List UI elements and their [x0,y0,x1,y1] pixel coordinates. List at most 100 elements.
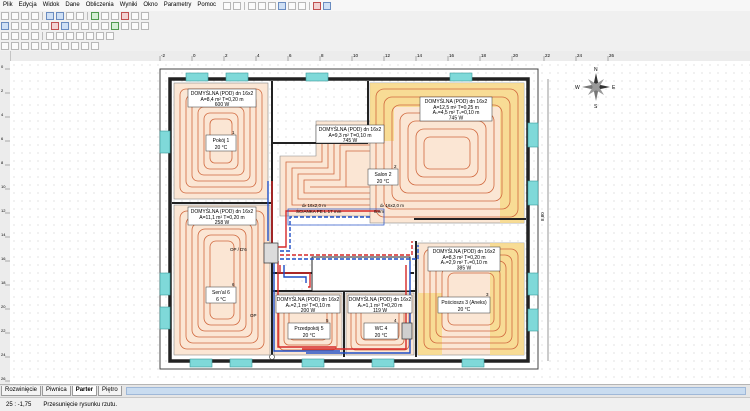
status-message: Przesunięcie rysunku rzutu. [43,401,118,408]
compass-s: S [594,104,598,110]
redo-icon[interactable] [233,1,242,10]
layers-icon[interactable] [101,12,109,20]
align-icon[interactable] [81,42,89,50]
compass-icon: N S E W [575,67,616,110]
checkbox-icon[interactable] [11,32,19,40]
help-icon[interactable] [323,1,332,10]
menu-data[interactable]: Dane [62,0,82,11]
manifold-icon[interactable] [81,22,89,30]
checkbox-icon[interactable] [1,32,9,40]
align-icon[interactable] [51,42,59,50]
ruler-tick-label: 2 [1,88,4,93]
layer-toggle-icon[interactable] [96,32,104,40]
layer-toggle-icon[interactable] [66,32,74,40]
zoom-icon[interactable] [278,1,287,10]
room-1-name: Pokój 1 [213,138,230,144]
menu-bar: Plik Edycja Widok Dane Obliczenia Wyniki… [0,0,750,11]
menu-edit[interactable]: Edycja [16,0,40,11]
compass-n: N [594,67,598,73]
heater-icon[interactable] [51,22,59,30]
tab-pietro[interactable]: Piętro [98,386,122,396]
cut-icon[interactable] [248,1,257,10]
open-icon[interactable] [11,12,19,20]
door-icon[interactable] [31,22,39,30]
measure-icon[interactable] [121,22,129,30]
zoom-fit-icon[interactable] [66,12,74,20]
separator [244,1,246,10]
menu-results[interactable]: Wyniki [117,0,141,11]
settings-icon[interactable] [111,12,119,20]
room-aneks-temp: 20 °C [458,307,471,313]
table-icon[interactable] [288,1,297,10]
layer-toggle-icon[interactable] [56,32,64,40]
zoom-in-icon[interactable] [46,12,54,20]
op-label-2: OP [250,313,257,318]
tab-parter[interactable]: Parter [71,386,98,396]
text-icon[interactable] [91,22,99,30]
snap-icon[interactable] [131,22,139,30]
menu-window[interactable]: Okno [140,0,160,11]
check-icon[interactable] [111,22,119,30]
menu-parameters[interactable]: Parametry [161,0,195,11]
room-6[interactable] [173,204,271,356]
align-icon[interactable] [91,42,99,50]
stop-icon[interactable] [313,1,322,10]
menu-help[interactable]: Pomoc [194,0,219,11]
layer-toggle-icon[interactable] [106,32,114,40]
ruler-tick-label: 4 [1,112,4,117]
loop-icon[interactable] [71,22,79,30]
stair-void [311,256,411,292]
manifold[interactable] [263,242,279,264]
grid-icon[interactable] [298,1,307,10]
align-icon[interactable] [41,42,49,50]
align-icon[interactable] [31,42,39,50]
tab-rozwiniecie[interactable]: Rozwinięcie [1,386,42,396]
room-4-temp: 20 °C [375,333,388,339]
undo-icon[interactable] [223,1,232,10]
ruler-tick-label: 24 [1,352,6,357]
room-icon[interactable] [41,22,49,30]
align-icon[interactable] [11,42,19,50]
align-icon[interactable] [21,42,29,50]
zoom-out-icon[interactable] [56,12,64,20]
room-3-header: DOMYŚLNA (POD) dn 16x2 [425,97,488,105]
room-2-name: Salon 2 [375,172,392,178]
label-room-top-right[interactable]: DOMYŚLNA (POD) dn 16x2 A=12,5 m² T=0,25 … [419,96,493,122]
drawing-canvas[interactable]: DOMYŚLNA (POD) dn 16x2 A=8,4 m² T=0,20 m… [10,61,750,384]
paste-icon[interactable] [268,1,277,10]
calculate-icon[interactable] [91,12,99,20]
room-4-name: WC 4 [375,326,388,332]
layer-toggle-icon[interactable] [46,32,54,40]
delete-icon[interactable] [121,12,129,20]
dimension-icon[interactable] [101,22,109,30]
layer-toggle-icon[interactable] [86,32,94,40]
align-icon[interactable] [61,42,69,50]
checkbox-icon[interactable] [31,32,39,40]
manifold-secondary[interactable] [401,322,413,340]
align-icon[interactable] [1,42,9,50]
floor-plan[interactable]: DOMYŚLNA (POD) dn 16x2 A=8,4 m² T=0,20 m… [10,61,750,384]
menu-file[interactable]: Plik [0,0,16,11]
menu-view[interactable]: Widok [40,0,63,11]
status-bar: 25 : -1,75 Przesunięcie rysunku rzutu. [0,397,750,411]
separator [87,12,88,20]
horizontal-scrollbar[interactable] [125,387,746,395]
align-icon[interactable] [71,42,79,50]
layer-toggle-icon[interactable] [76,32,84,40]
select-icon[interactable] [1,22,9,30]
ortho-icon[interactable] [141,22,149,30]
rotate-icon[interactable] [141,12,149,20]
window-icon[interactable] [21,22,29,30]
wall-icon[interactable] [11,22,19,30]
print-icon[interactable] [31,12,39,20]
ruler-tick-label: 8 [321,53,324,58]
new-icon[interactable] [1,12,9,20]
tab-piwnica[interactable]: Piwnica [42,386,71,396]
checkbox-icon[interactable] [21,32,29,40]
save-icon[interactable] [21,12,29,20]
menu-calculations[interactable]: Obliczenia [83,0,117,11]
pipe-icon[interactable] [61,22,69,30]
copy-icon[interactable] [258,1,267,10]
properties-icon[interactable] [131,12,139,20]
pan-icon[interactable] [76,12,84,20]
